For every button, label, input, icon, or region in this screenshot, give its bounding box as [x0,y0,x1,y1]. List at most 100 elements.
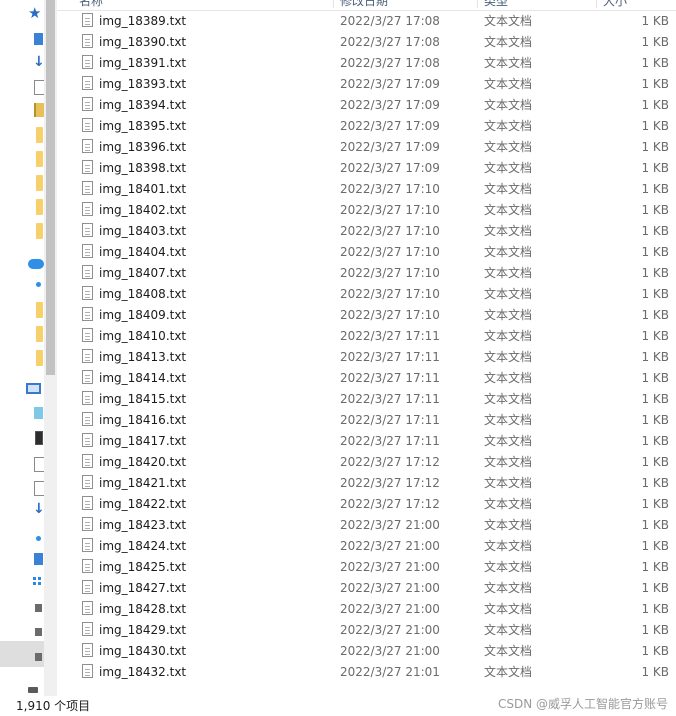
person-icon[interactable] [36,282,41,287]
file-name: img_18393.txt [99,77,187,91]
column-header-date[interactable]: 修改日期 [340,0,388,9]
drive-icon[interactable] [28,687,38,693]
file-row[interactable]: img_18393.txt 2022/3/27 17:09 文本文档 1 KB [57,74,676,95]
music-icon[interactable] [36,536,41,541]
file-row[interactable]: img_18403.txt 2022/3/27 17:10 文本文档 1 KB [57,221,676,242]
column-separator[interactable] [333,0,334,8]
file-row[interactable]: img_18396.txt 2022/3/27 17:09 文本文档 1 KB [57,137,676,158]
star-icon[interactable]: ★ [28,6,41,21]
document-icon[interactable] [34,80,44,95]
drive-icon[interactable] [35,628,42,636]
file-row[interactable]: img_18394.txt 2022/3/27 17:09 文本文档 1 KB [57,95,676,116]
video-icon[interactable] [35,431,43,445]
folder-icon[interactable] [36,350,43,366]
file-row[interactable]: img_18395.txt 2022/3/27 17:09 文本文档 1 KB [57,116,676,137]
file-name: img_18403.txt [99,224,187,238]
nav-scroll-thumb[interactable] [46,0,55,375]
file-row[interactable]: img_18422.txt 2022/3/27 17:12 文本文档 1 KB [57,494,676,515]
file-date-modified: 2022/3/27 17:11 [340,434,440,448]
folder-icon[interactable] [36,199,43,215]
text-file-icon [82,559,93,573]
column-separator[interactable] [596,0,597,8]
file-row[interactable]: img_18416.txt 2022/3/27 17:11 文本文档 1 KB [57,410,676,431]
file-row[interactable]: img_18409.txt 2022/3/27 17:10 文本文档 1 KB [57,305,676,326]
file-row[interactable]: img_18417.txt 2022/3/27 17:11 文本文档 1 KB [57,431,676,452]
folder-icon[interactable] [36,127,43,143]
text-file-icon [82,286,93,300]
file-name: img_18420.txt [99,455,187,469]
folder-icon[interactable] [36,302,43,318]
file-date-modified: 2022/3/27 17:11 [340,413,440,427]
folder-document-icon[interactable] [34,103,44,117]
file-name: img_18415.txt [99,392,187,406]
file-row[interactable]: img_18432.txt 2022/3/27 21:01 文本文档 1 KB [57,662,676,683]
file-type: 文本文档 [484,476,533,490]
column-separator[interactable] [477,0,478,8]
blue-square-icon[interactable] [34,33,43,45]
file-size: 1 KB [641,518,669,532]
down-arrow-icon[interactable]: ↓ [33,55,44,69]
file-row[interactable]: img_18398.txt 2022/3/27 17:09 文本文档 1 KB [57,158,676,179]
text-file-icon [82,538,93,552]
picture-icon[interactable] [34,457,44,472]
column-header-type[interactable]: 类型 [484,0,508,9]
text-file-icon [82,244,93,258]
column-header-size[interactable]: 大小 [603,0,627,9]
folder-icon[interactable] [36,175,43,191]
file-row[interactable]: img_18428.txt 2022/3/27 21:00 文本文档 1 KB [57,599,676,620]
file-date-modified: 2022/3/27 17:10 [340,245,440,259]
text-file-icon [82,328,93,342]
file-date-modified: 2022/3/27 21:00 [340,623,440,637]
monitor-icon[interactable] [26,383,41,394]
3d-objects-icon[interactable] [34,407,43,419]
folder-icon[interactable] [36,151,43,167]
file-row[interactable]: img_18410.txt 2022/3/27 17:11 文本文档 1 KB [57,326,676,347]
file-row[interactable]: img_18414.txt 2022/3/27 17:11 文本文档 1 KB [57,368,676,389]
file-row[interactable]: img_18401.txt 2022/3/27 17:10 文本文档 1 KB [57,179,676,200]
drive-icon[interactable] [35,653,42,661]
file-row[interactable]: img_18429.txt 2022/3/27 21:00 文本文档 1 KB [57,620,676,641]
file-type: 文本文档 [484,644,533,658]
column-header-name[interactable]: 名称 [79,0,103,9]
file-row[interactable]: img_18389.txt 2022/3/27 17:08 文本文档 1 KB [57,11,676,32]
navigation-pane[interactable]: ★ ↓ ↓ [0,0,44,696]
file-row[interactable]: img_18423.txt 2022/3/27 21:00 文本文档 1 KB [57,515,676,536]
drive-icon[interactable] [35,604,42,612]
file-row[interactable]: img_18420.txt 2022/3/27 17:12 文本文档 1 KB [57,452,676,473]
file-size: 1 KB [641,203,669,217]
file-row[interactable]: img_18421.txt 2022/3/27 17:12 文本文档 1 KB [57,473,676,494]
file-type: 文本文档 [484,539,533,553]
file-row[interactable]: img_18408.txt 2022/3/27 17:10 文本文档 1 KB [57,284,676,305]
desktop-icon[interactable] [34,553,43,565]
text-file-icon [82,34,93,48]
file-row[interactable]: img_18425.txt 2022/3/27 21:00 文本文档 1 KB [57,557,676,578]
file-size: 1 KB [641,161,669,175]
file-row[interactable]: img_18391.txt 2022/3/27 17:08 文本文档 1 KB [57,53,676,74]
file-row[interactable]: img_18402.txt 2022/3/27 17:10 文本文档 1 KB [57,200,676,221]
file-size: 1 KB [641,224,669,238]
file-row[interactable]: img_18413.txt 2022/3/27 17:11 文本文档 1 KB [57,347,676,368]
file-list[interactable]: 名称 修改日期 类型 大小 img_18389.txt 2022/3/27 17:… [57,0,676,696]
file-type: 文本文档 [484,371,533,385]
file-row[interactable]: img_18407.txt 2022/3/27 17:10 文本文档 1 KB [57,263,676,284]
text-file-icon [82,433,93,447]
file-row[interactable]: img_18415.txt 2022/3/27 17:11 文本文档 1 KB [57,389,676,410]
file-row[interactable]: img_18404.txt 2022/3/27 17:10 文本文档 1 KB [57,242,676,263]
download-icon[interactable]: ↓ [33,502,44,516]
cloud-icon[interactable] [28,259,44,269]
file-date-modified: 2022/3/27 17:08 [340,14,440,28]
document-icon[interactable] [34,481,44,496]
file-name: img_18408.txt [99,287,187,301]
file-row[interactable]: img_18427.txt 2022/3/27 21:00 文本文档 1 KB [57,578,676,599]
file-type: 文本文档 [484,560,533,574]
file-size: 1 KB [641,14,669,28]
file-size: 1 KB [641,119,669,133]
folder-icon[interactable] [36,326,43,342]
file-row[interactable]: img_18430.txt 2022/3/27 21:00 文本文档 1 KB [57,641,676,662]
grid-icon[interactable] [33,577,41,585]
text-file-icon [82,580,93,594]
folder-icon[interactable] [36,223,43,239]
nav-scrollbar[interactable] [44,0,57,696]
file-row[interactable]: img_18390.txt 2022/3/27 17:08 文本文档 1 KB [57,32,676,53]
file-row[interactable]: img_18424.txt 2022/3/27 21:00 文本文档 1 KB [57,536,676,557]
